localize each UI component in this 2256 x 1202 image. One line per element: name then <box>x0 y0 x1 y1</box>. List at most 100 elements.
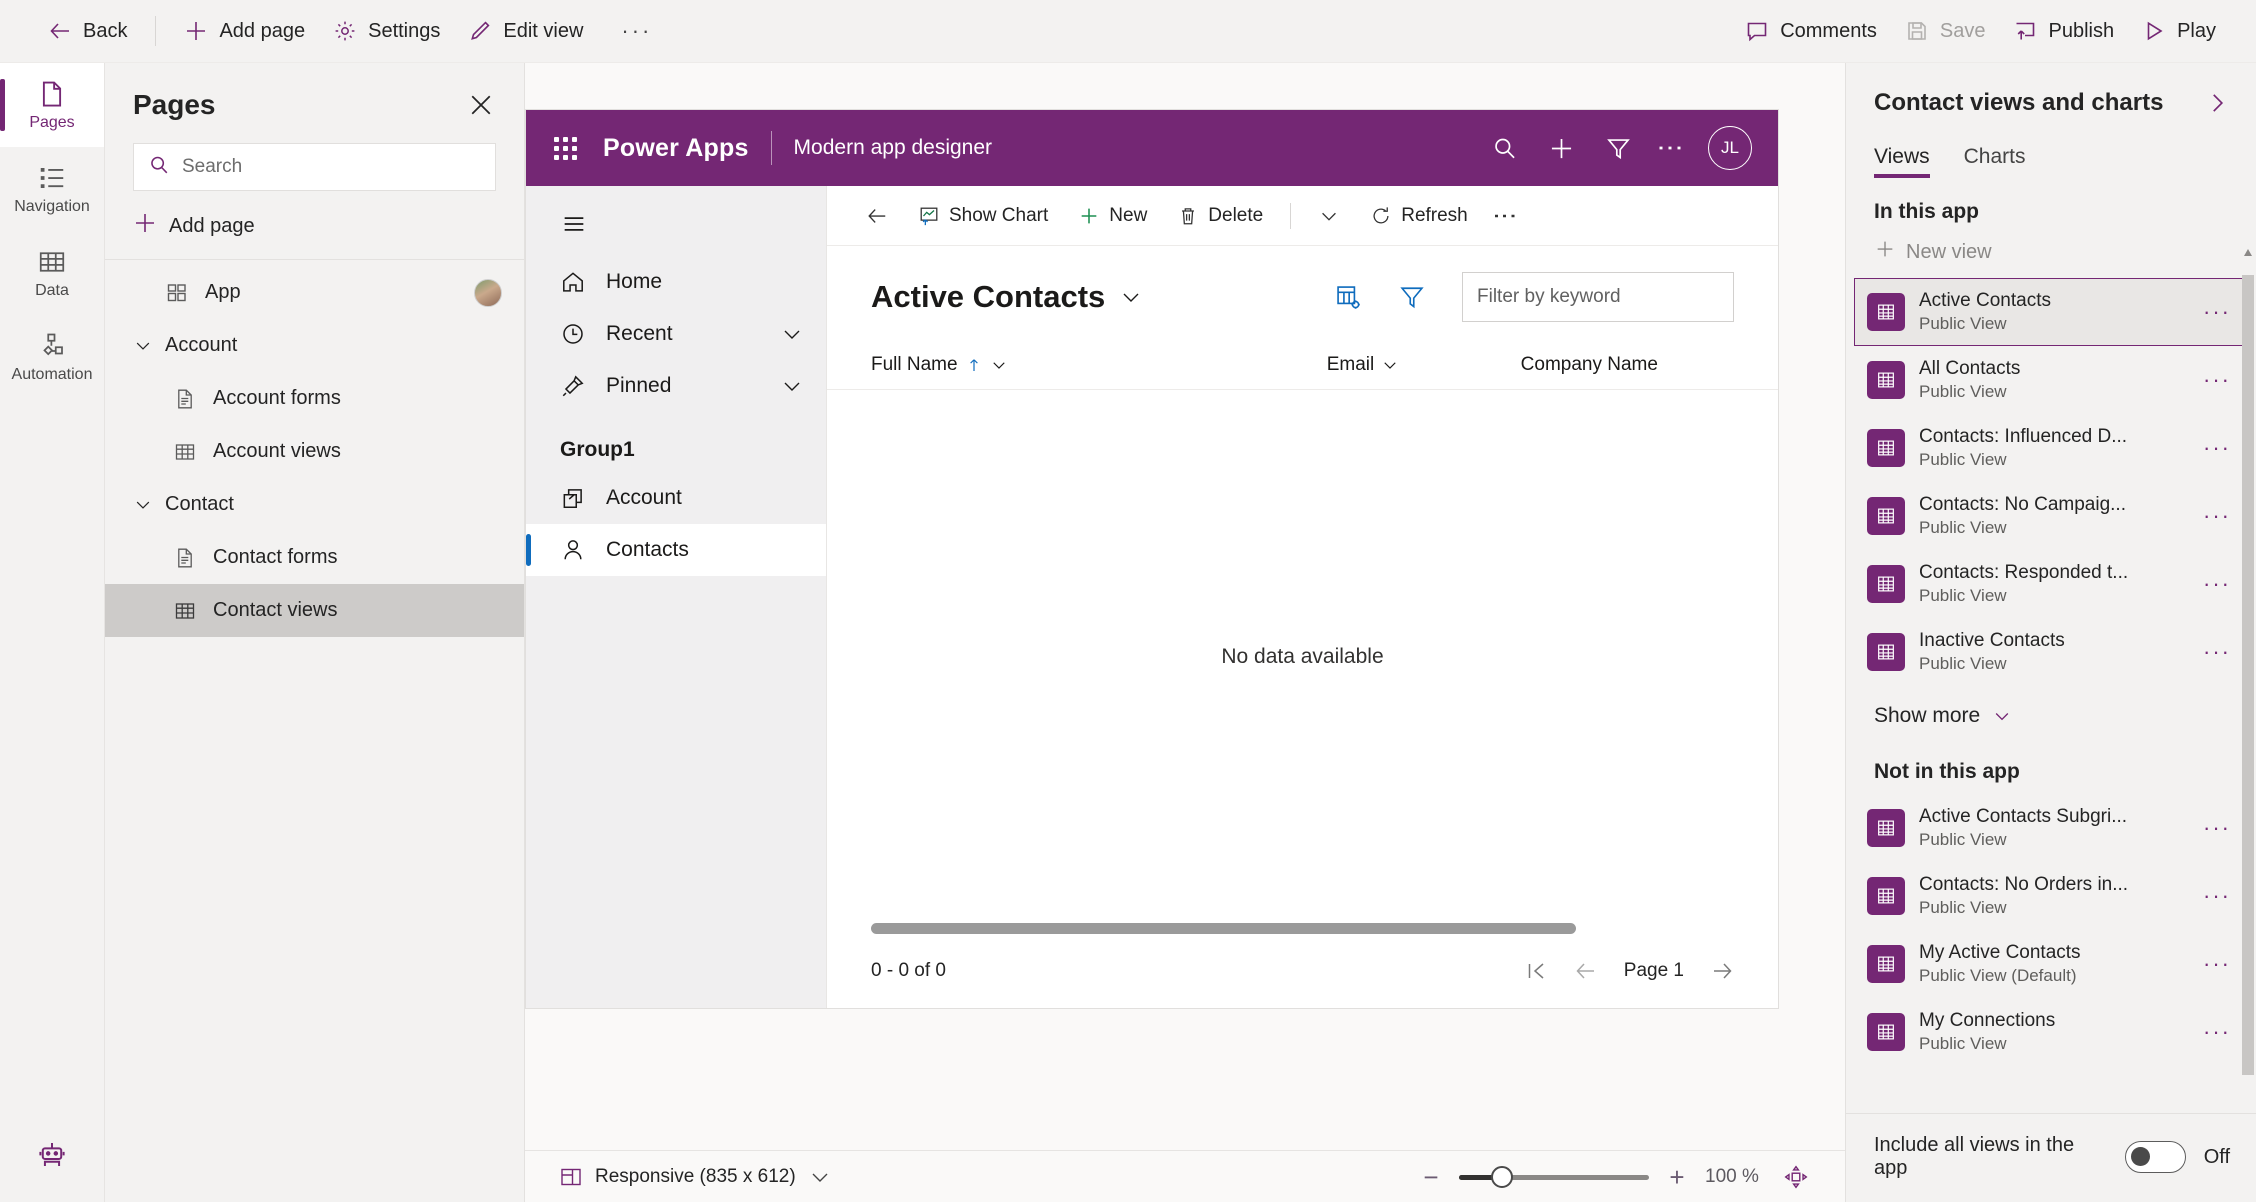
view-item-inactive-contacts[interactable]: Inactive Contacts Public View ··· <box>1854 618 2248 686</box>
rail-item-data[interactable]: Data <box>0 231 104 315</box>
show-more-button[interactable]: Show more <box>1846 686 2256 738</box>
play-button[interactable]: Play <box>2128 9 2230 53</box>
publish-button[interactable]: Publish <box>1999 9 2128 53</box>
responsive-size-selector[interactable]: Responsive (835 x 612) <box>559 1165 832 1189</box>
tree-item-contact-views[interactable]: Contact views <box>105 584 524 637</box>
view-item-active-contacts[interactable]: Active Contacts Public View ··· <box>1854 278 2248 346</box>
filter-keyword-input[interactable] <box>1477 286 1719 308</box>
scrollbar-thumb[interactable] <box>871 923 1576 934</box>
chevron-down-icon[interactable] <box>1381 356 1399 374</box>
nav-item-account[interactable]: Account <box>526 472 826 524</box>
show-chart-button[interactable]: Show Chart <box>905 195 1061 237</box>
more-commands-button[interactable]: ··· <box>597 9 676 53</box>
filter-keyword-box[interactable] <box>1462 272 1734 322</box>
scroll-up-arrow-icon[interactable] <box>2243 245 2253 256</box>
edit-columns-icon[interactable] <box>1334 283 1362 311</box>
add-page-link[interactable]: Add page <box>133 211 496 241</box>
column-header-company-name[interactable]: Company Name <box>1521 354 1734 376</box>
tree-item-app[interactable]: App <box>105 266 524 319</box>
new-view-button[interactable]: New view <box>1846 234 2256 278</box>
column-header-full-name[interactable]: Full Name <box>871 354 1327 376</box>
tree-group-contact[interactable]: Contact <box>105 478 524 531</box>
search-icon[interactable] <box>1491 135 1518 162</box>
new-button[interactable]: New <box>1065 195 1160 237</box>
settings-button[interactable]: Settings <box>319 9 454 53</box>
nav-item-pinned[interactable]: Pinned <box>526 360 826 412</box>
zoom-slider[interactable] <box>1459 1165 1649 1189</box>
right-panel-scrollbar[interactable] <box>2242 245 2254 1125</box>
tab-charts[interactable]: Charts <box>1964 145 2026 178</box>
scrollbar-thumb[interactable] <box>2242 275 2254 1075</box>
nav-item-contacts[interactable]: Contacts <box>526 524 826 576</box>
view-item-more-icon[interactable]: ··· <box>2197 301 2237 323</box>
view-item-contacts-responded[interactable]: Contacts: Responded t... Public View ··· <box>1854 550 2248 618</box>
tree-item-account-forms[interactable]: Account forms <box>105 372 524 425</box>
refresh-button[interactable]: Refresh <box>1357 195 1481 237</box>
plus-icon[interactable] <box>1548 135 1575 162</box>
view-item-contacts-no-orders[interactable]: Contacts: No Orders in... Public View ··… <box>1854 862 2248 930</box>
column-header-email[interactable]: Email <box>1327 354 1521 376</box>
grid-horizontal-scrollbar[interactable] <box>827 923 1778 934</box>
copilot-robot-icon[interactable] <box>35 1137 69 1176</box>
view-item-more-icon[interactable]: ··· <box>2197 953 2237 975</box>
chevron-down-icon[interactable] <box>990 356 1008 374</box>
view-item-contacts-no-campaign[interactable]: Contacts: No Campaig... Public View ··· <box>1854 482 2248 550</box>
zoom-controls: − + 100 % <box>1419 1164 1809 1190</box>
view-item-more-icon[interactable]: ··· <box>2197 885 2237 907</box>
filter-icon[interactable] <box>1605 135 1632 162</box>
rail-item-navigation[interactable]: Navigation <box>0 147 104 231</box>
view-item-active-contacts-subgrid[interactable]: Active Contacts Subgri... Public View ··… <box>1854 794 2248 862</box>
chevron-down-icon[interactable] <box>133 495 159 515</box>
grid-back-button[interactable] <box>853 195 901 237</box>
filter-icon[interactable] <box>1398 283 1426 311</box>
comments-button[interactable]: Comments <box>1731 9 1891 53</box>
tree-item-contact-forms[interactable]: Contact forms <box>105 531 524 584</box>
grid-overflow-chevron[interactable] <box>1305 195 1353 237</box>
slider-knob[interactable] <box>1491 1165 1513 1188</box>
nav-item-home[interactable]: Home <box>526 256 826 308</box>
view-item-more-icon[interactable]: ··· <box>2197 817 2237 839</box>
tree-group-account[interactable]: Account <box>105 319 524 372</box>
edit-view-button[interactable]: Edit view <box>454 9 597 53</box>
nav-item-recent[interactable]: Recent <box>526 308 826 360</box>
minus-icon[interactable]: − <box>1419 1164 1443 1190</box>
fit-to-screen-icon[interactable] <box>1783 1164 1809 1190</box>
chevron-down-icon[interactable] <box>808 1165 832 1189</box>
rail-item-pages[interactable]: Pages <box>0 63 104 147</box>
avatar[interactable]: JL <box>1708 126 1752 170</box>
delete-button[interactable]: Delete <box>1164 195 1276 237</box>
view-item-more-icon[interactable]: ··· <box>2197 369 2237 391</box>
first-page-icon[interactable] <box>1524 959 1548 983</box>
chevron-down-icon[interactable] <box>780 374 804 398</box>
more-vertical-icon[interactable]: ⋮ <box>1485 204 1523 228</box>
chevron-right-icon[interactable] <box>2204 90 2230 116</box>
close-icon[interactable] <box>466 90 496 120</box>
back-button[interactable]: Back <box>34 9 141 53</box>
previous-page-icon[interactable] <box>1574 959 1598 983</box>
view-item-more-icon[interactable]: ··· <box>2197 1021 2237 1043</box>
tree-item-account-views[interactable]: Account views <box>105 425 524 478</box>
chevron-down-icon[interactable] <box>780 322 804 346</box>
view-item-my-active-contacts[interactable]: My Active Contacts Public View (Default)… <box>1854 930 2248 998</box>
rail-item-automation[interactable]: Automation <box>0 315 104 399</box>
add-page-button[interactable]: Add page <box>170 9 319 53</box>
save-button[interactable]: Save <box>1891 9 2000 53</box>
tab-views[interactable]: Views <box>1874 145 1930 178</box>
waffle-icon[interactable] <box>554 136 577 160</box>
more-vertical-icon[interactable]: ⋮ <box>1656 135 1686 162</box>
chevron-down-icon[interactable] <box>133 336 159 356</box>
search-box[interactable] <box>133 143 496 191</box>
include-all-views-toggle[interactable] <box>2125 1141 2186 1173</box>
view-item-more-icon[interactable]: ··· <box>2197 641 2237 663</box>
view-item-more-icon[interactable]: ··· <box>2197 505 2237 527</box>
chevron-down-icon[interactable] <box>1119 285 1143 309</box>
plus-icon[interactable]: + <box>1665 1164 1689 1190</box>
view-item-all-contacts[interactable]: All Contacts Public View ··· <box>1854 346 2248 414</box>
search-input[interactable] <box>182 156 481 178</box>
next-page-icon[interactable] <box>1710 959 1734 983</box>
view-item-my-connections[interactable]: My Connections Public View ··· <box>1854 998 2248 1066</box>
hamburger-icon[interactable] <box>526 200 826 256</box>
view-item-more-icon[interactable]: ··· <box>2197 573 2237 595</box>
view-item-more-icon[interactable]: ··· <box>2197 437 2237 459</box>
view-item-contacts-influenced[interactable]: Contacts: Influenced D... Public View ··… <box>1854 414 2248 482</box>
